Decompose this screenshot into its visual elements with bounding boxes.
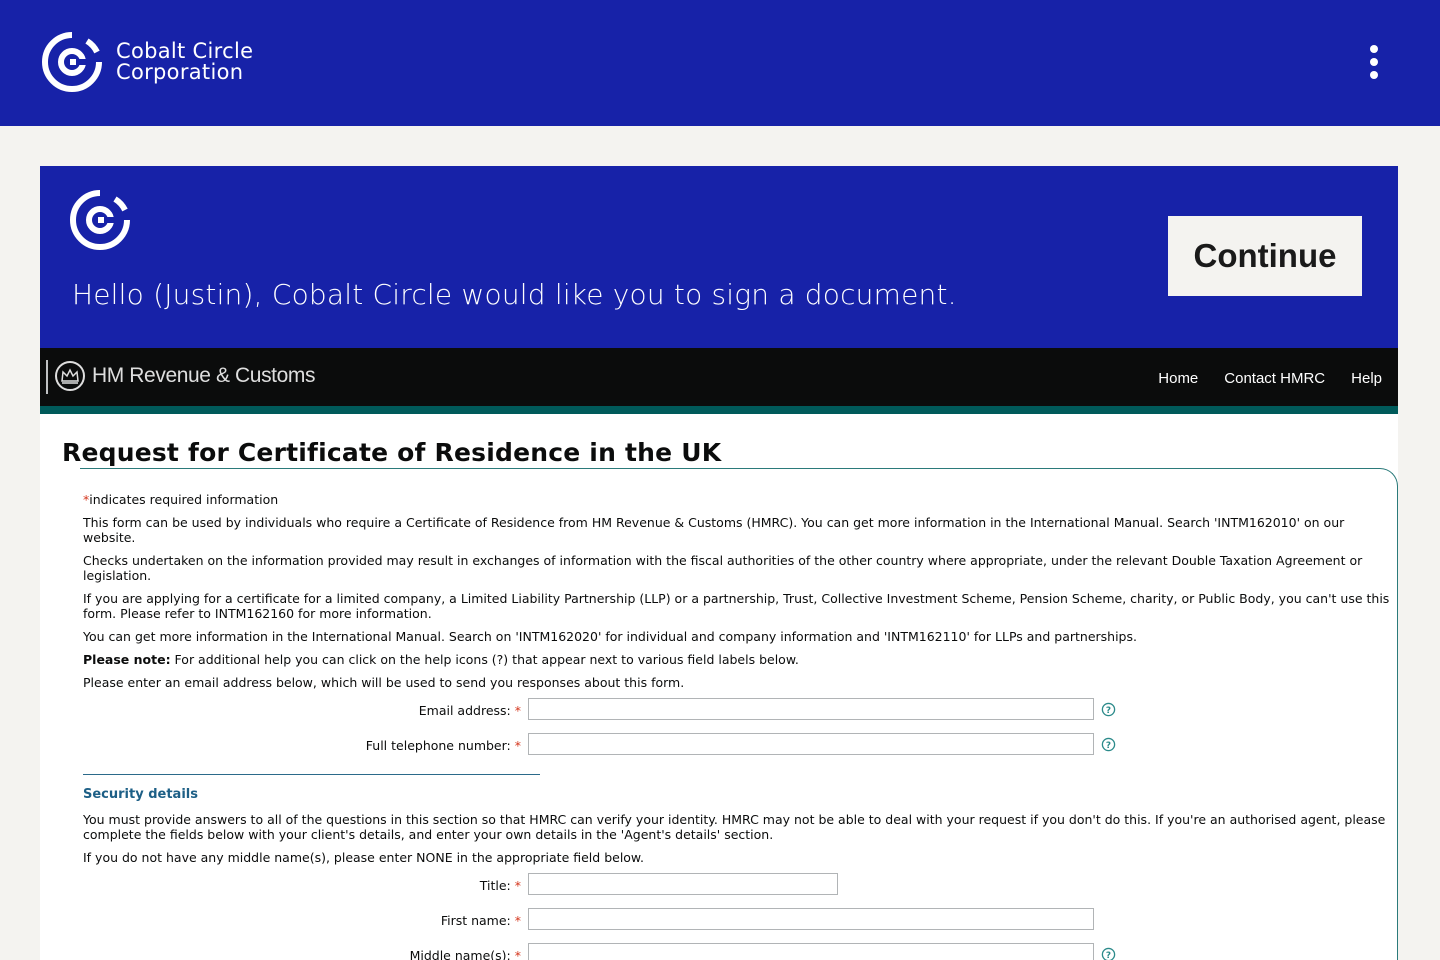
required-note: *indicates required information (83, 492, 279, 507)
form-content: *indicates required information This for… (83, 492, 1395, 960)
nav-contact-link[interactable]: Contact HMRC (1224, 370, 1325, 387)
middle-name-label: Middle name(s): * (409, 948, 521, 960)
email-intro: Please enter an email address below, whi… (83, 675, 685, 690)
greeting-text: Hello (Justin), Cobalt Circle would like… (72, 278, 957, 311)
help-icon[interactable]: ? (1101, 702, 1116, 717)
document-preview: HM Revenue & Customs Home Contact HMRC H… (40, 348, 1398, 960)
please-note: Please note: For additional help you can… (83, 652, 799, 667)
hmrc-site-name: HM Revenue & Customs (92, 364, 316, 387)
phone-row: Full telephone number: * ? (83, 733, 1395, 768)
intro-paragraph-4: You can get more information in the Inte… (83, 629, 1137, 644)
hmrc-header: HM Revenue & Customs Home Contact HMRC H… (40, 348, 1398, 406)
kebab-menu-icon[interactable] (1362, 42, 1386, 82)
continue-button[interactable]: Continue (1168, 216, 1362, 296)
intro-paragraph-2: Checks undertaken on the information pro… (83, 553, 1363, 583)
security-text: You must provide answers to all of the q… (83, 812, 1386, 842)
title-row: Title: * (83, 873, 1395, 908)
brand-line-2: Corporation (116, 60, 244, 84)
crown-crest-icon (55, 361, 85, 391)
circle-logo-icon (42, 32, 102, 92)
svg-text:?: ? (1106, 951, 1111, 960)
signing-card: Hello (Justin), Cobalt Circle would like… (40, 166, 1398, 960)
header-divider (46, 360, 48, 394)
email-label: Email address: * (418, 703, 521, 718)
brand-line-1: Cobalt Circle (116, 39, 254, 63)
intro-paragraph-1: This form can be used by individuals who… (83, 515, 1345, 545)
brand-name: Cobalt Circle Corporation (116, 41, 253, 83)
security-details-heading: Security details (83, 787, 198, 802)
teal-stripe (40, 406, 1398, 414)
nav-help-link[interactable]: Help (1351, 370, 1382, 387)
phone-field[interactable] (528, 733, 1094, 755)
middle-name-row: Middle name(s): * ? (83, 943, 1395, 960)
help-icon[interactable]: ? (1101, 947, 1116, 960)
email-field[interactable] (528, 698, 1094, 720)
title-label: Title: * (479, 878, 521, 893)
first-name-label: First name: * (440, 913, 521, 928)
first-name-field[interactable] (528, 908, 1094, 930)
phone-label: Full telephone number: * (365, 738, 521, 753)
middle-name-note: If you do not have any middle name(s), p… (83, 850, 644, 865)
brand[interactable]: Cobalt Circle Corporation (40, 30, 253, 94)
card-banner: Hello (Justin), Cobalt Circle would like… (40, 166, 1398, 348)
nav-home-link[interactable]: Home (1158, 370, 1198, 387)
intro-paragraph-3: If you are applying for a certificate fo… (83, 591, 1390, 621)
help-icon[interactable]: ? (1101, 737, 1116, 752)
page-title: Request for Certificate of Residence in … (62, 438, 722, 467)
email-row: Email address: * ? (83, 698, 1395, 733)
top-header: Cobalt Circle Corporation (0, 0, 1440, 126)
section-divider (83, 774, 540, 775)
first-name-row: First name: * (83, 908, 1395, 943)
hmrc-nav: Home Contact HMRC Help (1158, 370, 1382, 387)
middle-name-field[interactable] (528, 943, 1094, 960)
title-field[interactable] (528, 873, 838, 895)
circle-logo-icon (70, 190, 130, 250)
svg-text:?: ? (1106, 741, 1111, 751)
svg-text:?: ? (1106, 706, 1111, 716)
